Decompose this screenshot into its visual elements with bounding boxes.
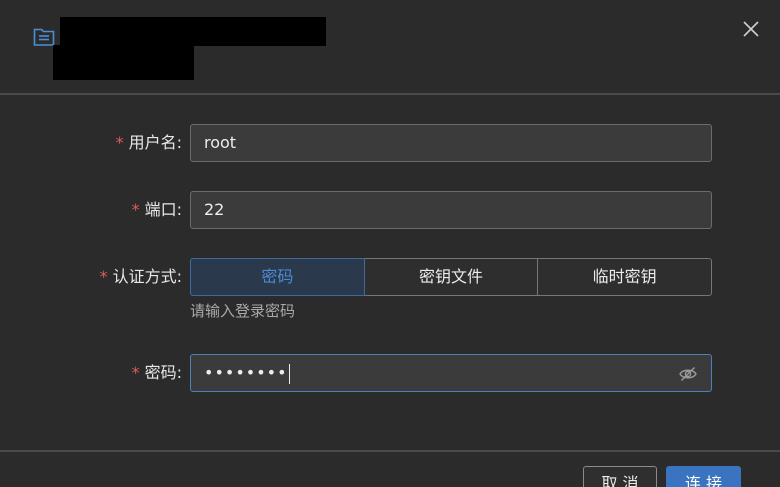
cancel-button[interactable]: 取 消 <box>583 466 657 487</box>
auth-method-selector: 密码 密钥文件 临时密钥 <box>190 258 713 296</box>
auth-method-label-text: 认证方式: <box>112 267 182 286</box>
auth-hint: 请输入登录密码 <box>190 302 296 320</box>
username-row: * 用户名: root <box>0 124 780 162</box>
password-label-text: 密码: <box>144 363 182 382</box>
required-mark: * <box>99 267 108 286</box>
username-label-text: 用户名: <box>128 133 182 152</box>
close-button[interactable] <box>739 17 763 41</box>
required-mark: * <box>131 363 140 382</box>
header-divider <box>0 93 780 95</box>
auth-method-row: * 认证方式: 密码 密钥文件 临时密钥 <box>0 258 780 296</box>
password-masked-value: •••••••• <box>204 363 288 382</box>
dialog-header <box>0 0 780 94</box>
password-input[interactable]: •••••••• <box>190 354 712 392</box>
auth-option-temp-key[interactable]: 临时密钥 <box>537 258 713 296</box>
server-folder-icon <box>33 28 55 46</box>
port-label-text: 端口: <box>144 200 182 219</box>
connect-button[interactable]: 连 接 <box>666 466 741 487</box>
text-caret <box>288 363 290 384</box>
port-value: 22 <box>204 200 225 219</box>
port-row: * 端口: 22 <box>0 191 780 229</box>
password-row: * 密码: •••••••• <box>0 354 780 392</box>
username-input[interactable]: root <box>190 124 712 162</box>
password-label: * 密码: <box>132 354 182 392</box>
connection-dialog: * 用户名: root * 端口: 22 * 认证方式: 密码 密钥文件 临时密钥 请… <box>0 0 780 487</box>
username-label: * 用户名: <box>116 124 182 162</box>
required-mark: * <box>115 133 124 152</box>
close-icon <box>743 21 759 37</box>
port-input[interactable]: 22 <box>190 191 712 229</box>
eye-slash-icon[interactable] <box>678 364 698 384</box>
port-label: * 端口: <box>132 191 182 229</box>
redacted-title <box>60 17 326 46</box>
auth-option-password[interactable]: 密码 <box>190 258 365 296</box>
footer-divider <box>0 450 780 452</box>
username-value: root <box>204 133 237 152</box>
auth-method-label: * 认证方式: <box>100 258 182 296</box>
required-mark: * <box>131 200 140 219</box>
redacted-subtitle <box>53 45 194 80</box>
auth-option-key-file[interactable]: 密钥文件 <box>363 258 539 296</box>
